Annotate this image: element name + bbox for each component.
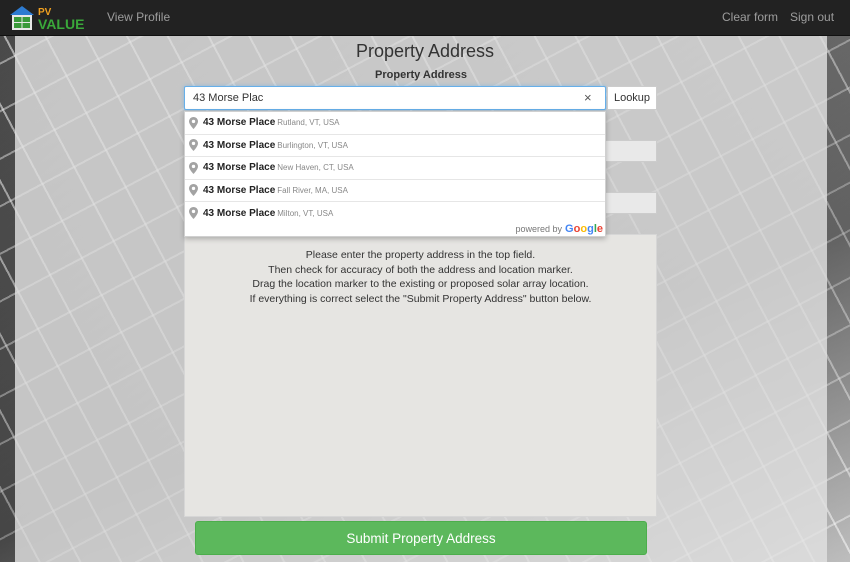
instruction-line: If everything is correct select the "Sub…: [249, 292, 592, 305]
autocomplete-main-text: 43 Morse Place: [203, 139, 276, 151]
autocomplete-main-text: 43 Morse Place: [203, 184, 276, 196]
clear-form-link[interactable]: Clear form: [722, 10, 778, 24]
instructions: Please enter the property address in the…: [184, 248, 657, 306]
powered-by-google: powered by Google: [516, 223, 603, 235]
autocomplete-secondary-text: Fall River, MA, USA: [277, 185, 348, 195]
lookup-button[interactable]: Lookup: [607, 86, 657, 110]
autocomplete-item[interactable]: 43 Morse Place Milton, VT, USA: [185, 202, 605, 225]
map-pin-icon: [189, 139, 198, 152]
map-pin-icon: [189, 161, 198, 174]
sign-out-link[interactable]: Sign out: [790, 10, 834, 24]
address-detail-field[interactable]: [600, 140, 657, 162]
map-pin-icon: [189, 207, 198, 220]
google-logo: Google: [565, 223, 603, 235]
autocomplete-secondary-text: Milton, VT, USA: [277, 208, 334, 218]
address-search-input[interactable]: [184, 86, 606, 110]
autocomplete-main-text: 43 Morse Place: [203, 207, 276, 219]
pv-value-logo[interactable]: PV VALUE: [8, 3, 92, 33]
map-pin-icon: [189, 116, 198, 129]
autocomplete-item[interactable]: 43 Morse Place Rutland, VT, USA: [185, 112, 605, 135]
autocomplete-secondary-text: Rutland, VT, USA: [277, 118, 340, 128]
location-detail-field[interactable]: [600, 192, 657, 214]
autocomplete-item[interactable]: 43 Morse Place Burlington, VT, USA: [185, 135, 605, 157]
powered-by-text: powered by: [515, 224, 563, 234]
instruction-line: Drag the location marker to the existing…: [252, 278, 589, 290]
property-address-label: Property Address: [375, 69, 467, 81]
autocomplete-main-text: 43 Morse Place: [203, 117, 276, 129]
instruction-line: Then check for accuracy of both the addr…: [268, 263, 573, 276]
autocomplete-item[interactable]: 43 Morse Place Fall River, MA, USA: [185, 180, 605, 202]
instruction-line: Please enter the property address in the…: [305, 249, 536, 261]
page-title: Property Address: [355, 41, 495, 61]
autocomplete-main-text: 43 Morse Place: [203, 162, 276, 174]
clear-icon[interactable]: ×: [584, 90, 592, 105]
autocomplete-secondary-text: New Haven, CT, USA: [277, 163, 354, 173]
map-pin-icon: [189, 184, 198, 197]
address-autocomplete-dropdown: 43 Morse Place Rutland, VT, USA 43 Morse…: [184, 111, 606, 237]
submit-property-address-button[interactable]: Submit Property Address: [195, 521, 647, 555]
autocomplete-item[interactable]: 43 Morse Place New Haven, CT, USA: [185, 157, 605, 180]
svg-text:VALUE: VALUE: [38, 16, 84, 32]
navbar: PV VALUE View Profile Clear form Sign ou…: [0, 0, 850, 36]
view-profile-link[interactable]: View Profile: [107, 10, 170, 24]
autocomplete-secondary-text: Burlington, VT, USA: [277, 140, 348, 150]
